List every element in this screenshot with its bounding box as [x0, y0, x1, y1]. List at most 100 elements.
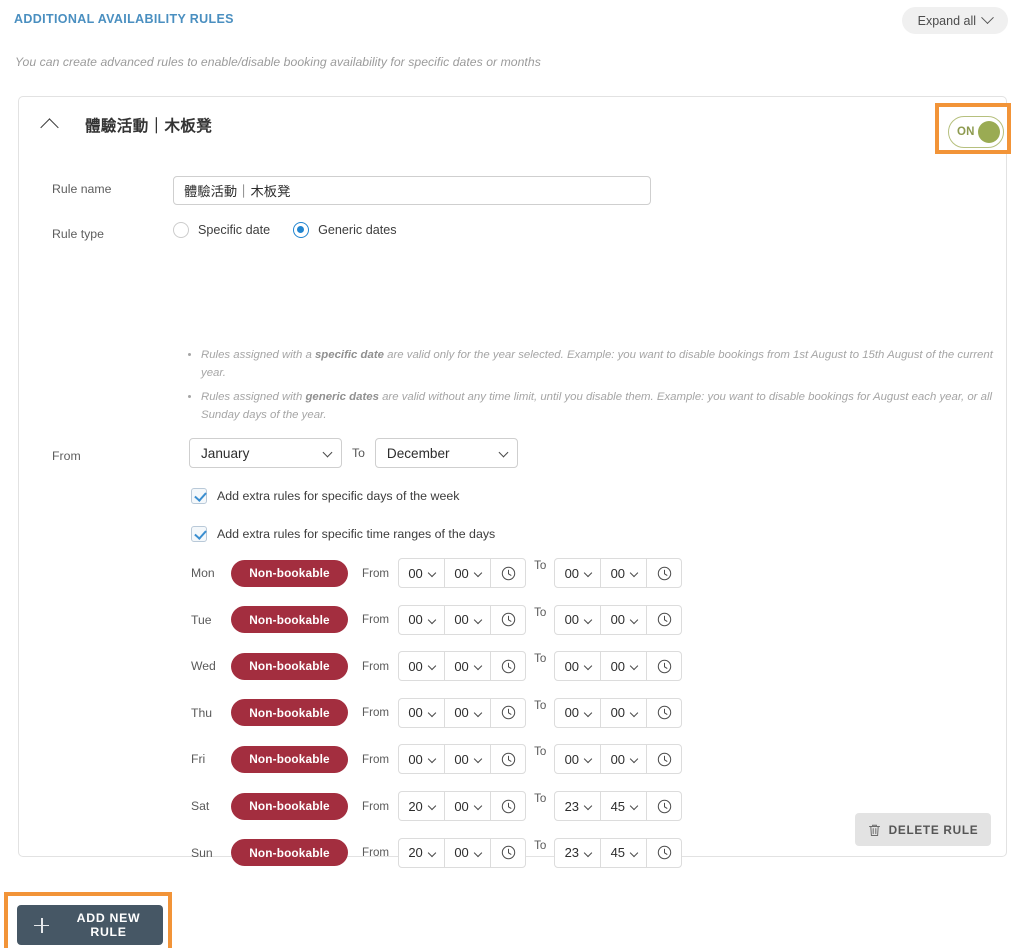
from-hour-select-value: 00	[408, 751, 423, 767]
to-clock-button[interactable]	[647, 792, 681, 820]
clock-icon	[501, 845, 515, 860]
time-to-label: To	[534, 652, 547, 666]
from-hour-select[interactable]: 20	[399, 838, 446, 867]
radio-specific-date-label: Specific date	[198, 223, 271, 237]
to-hour-select[interactable]: 00	[555, 698, 602, 727]
time-from-label: From	[362, 799, 390, 813]
from-hour-select-value: 00	[408, 612, 423, 628]
from-clock-button[interactable]	[491, 559, 525, 587]
from-hour-select[interactable]: 00	[399, 652, 446, 681]
to-clock-button[interactable]	[647, 559, 681, 587]
to-minute-select[interactable]: 45	[601, 792, 648, 820]
bookability-status-pill[interactable]: Non-bookable	[231, 699, 348, 727]
from-hour-select[interactable]: 00	[399, 605, 446, 634]
add-new-rule-button[interactable]: ADD NEW RULE	[17, 905, 163, 945]
expand-all-button[interactable]: Expand all	[901, 7, 1008, 34]
from-hour-select[interactable]: 00	[399, 559, 446, 587]
clock-icon	[657, 659, 672, 673]
chevron-down-icon	[981, 11, 994, 25]
from-minute-select[interactable]: 00	[445, 792, 492, 820]
bookability-status-pill[interactable]: Non-bookable	[231, 839, 348, 867]
to-clock-button[interactable]	[647, 606, 681, 634]
to-minute-select[interactable]: 45	[601, 838, 648, 867]
from-minute-select[interactable]: 00	[445, 605, 492, 634]
to-clock-button[interactable]	[647, 839, 681, 867]
chevron-down-icon	[630, 708, 639, 718]
from-hour-select-value: 20	[408, 798, 423, 814]
from-hour-select[interactable]: 00	[399, 745, 446, 774]
from-minute-select[interactable]: 00	[445, 745, 492, 774]
to-hour-select[interactable]: 00	[555, 559, 602, 587]
time-to-group: 23 45	[554, 791, 683, 821]
from-hour-select[interactable]: 20	[399, 792, 446, 820]
delete-rule-button[interactable]: DELETE RULE	[855, 813, 991, 846]
radio-generic-dates[interactable]	[293, 222, 310, 238]
chevron-down-icon	[630, 568, 639, 578]
to-minute-select[interactable]: 00	[601, 652, 648, 681]
from-clock-button[interactable]	[491, 792, 525, 820]
to-clock-button[interactable]	[647, 745, 681, 773]
to-clock-button[interactable]	[647, 652, 681, 680]
to-hour-select-value: 00	[564, 658, 580, 674]
month-from-select[interactable]: January	[189, 438, 342, 468]
to-hour-select[interactable]: 00	[555, 745, 602, 774]
month-to-select[interactable]: December	[374, 438, 518, 468]
to-hour-select[interactable]: 23	[555, 838, 602, 867]
chevron-down-icon	[584, 848, 593, 857]
clock-icon	[657, 845, 672, 860]
bookability-status-pill[interactable]: Non-bookable	[231, 792, 348, 820]
bookability-status-pill[interactable]: Non-bookable	[231, 606, 348, 634]
to-minute-select-value: 00	[610, 705, 626, 721]
delete-rule-label: DELETE RULE	[888, 822, 979, 837]
from-minute-select[interactable]: 00	[445, 838, 492, 867]
to-hour-select[interactable]: 00	[555, 652, 602, 681]
from-minute-select[interactable]: 00	[445, 652, 492, 681]
from-clock-button[interactable]	[491, 745, 525, 773]
chevron-up-icon[interactable]	[40, 118, 59, 137]
to-minute-select[interactable]: 00	[601, 698, 648, 727]
to-minute-select[interactable]: 00	[601, 605, 648, 634]
from-minute-select[interactable]: 00	[445, 559, 492, 587]
from-minute-select-value: 00	[454, 751, 469, 767]
bookability-status-pill[interactable]: Non-bookable	[231, 652, 348, 680]
from-clock-button[interactable]	[491, 652, 525, 680]
day-label: Sat	[191, 799, 210, 813]
to-minute-select[interactable]: 00	[601, 745, 648, 774]
from-hour-select-value: 00	[408, 705, 423, 721]
chevron-down-icon	[584, 801, 593, 811]
to-clock-button[interactable]	[647, 699, 681, 727]
to-minute-select[interactable]: 00	[601, 559, 648, 587]
clock-icon	[657, 706, 672, 720]
radio-specific-date[interactable]	[173, 222, 189, 238]
from-clock-button[interactable]	[491, 606, 525, 634]
time-to-group: 23 45	[554, 837, 683, 868]
time-from-group: 20 00	[398, 837, 527, 868]
time-to-label: To	[534, 838, 547, 852]
from-hour-select-value: 00	[408, 565, 423, 581]
chevron-down-icon	[427, 848, 437, 857]
day-rule-row-thu: Thu Non-bookable From 00 00 To 00 00	[191, 697, 683, 728]
from-minute-select[interactable]: 00	[445, 698, 492, 727]
month-to-wrap: December	[374, 438, 518, 468]
to-hour-select[interactable]: 23	[555, 792, 602, 820]
checkbox-time-ranges[interactable]	[191, 526, 207, 542]
time-from-label: From	[362, 846, 390, 860]
from-clock-button[interactable]	[491, 699, 525, 727]
checkbox-days-of-week[interactable]	[191, 488, 207, 504]
chevron-down-icon	[630, 615, 639, 624]
day-rule-row-wed: Wed Non-bookable From 00 00 To 00 00	[191, 651, 683, 682]
rule-name-input[interactable]	[173, 176, 651, 205]
section-description: You can create advanced rules to enable/…	[15, 55, 541, 69]
chevron-down-icon	[584, 568, 593, 578]
from-hour-select[interactable]: 00	[399, 698, 446, 727]
from-clock-button[interactable]	[491, 839, 525, 867]
day-label: Tue	[191, 612, 212, 627]
time-from-group: 00 00	[398, 651, 527, 682]
bookability-status-pill[interactable]: Non-bookable	[231, 745, 348, 773]
from-hour-select-value: 00	[408, 658, 423, 674]
to-hour-select[interactable]: 00	[555, 605, 602, 634]
rule-enabled-toggle[interactable]: ON	[948, 116, 1004, 148]
bookability-status-pill[interactable]: Non-bookable	[231, 559, 348, 587]
rule-card: 體驗活動｜木板凳 ON Rule name Rule type Specific…	[18, 96, 1011, 868]
expand-all-label: Expand all	[917, 13, 976, 28]
